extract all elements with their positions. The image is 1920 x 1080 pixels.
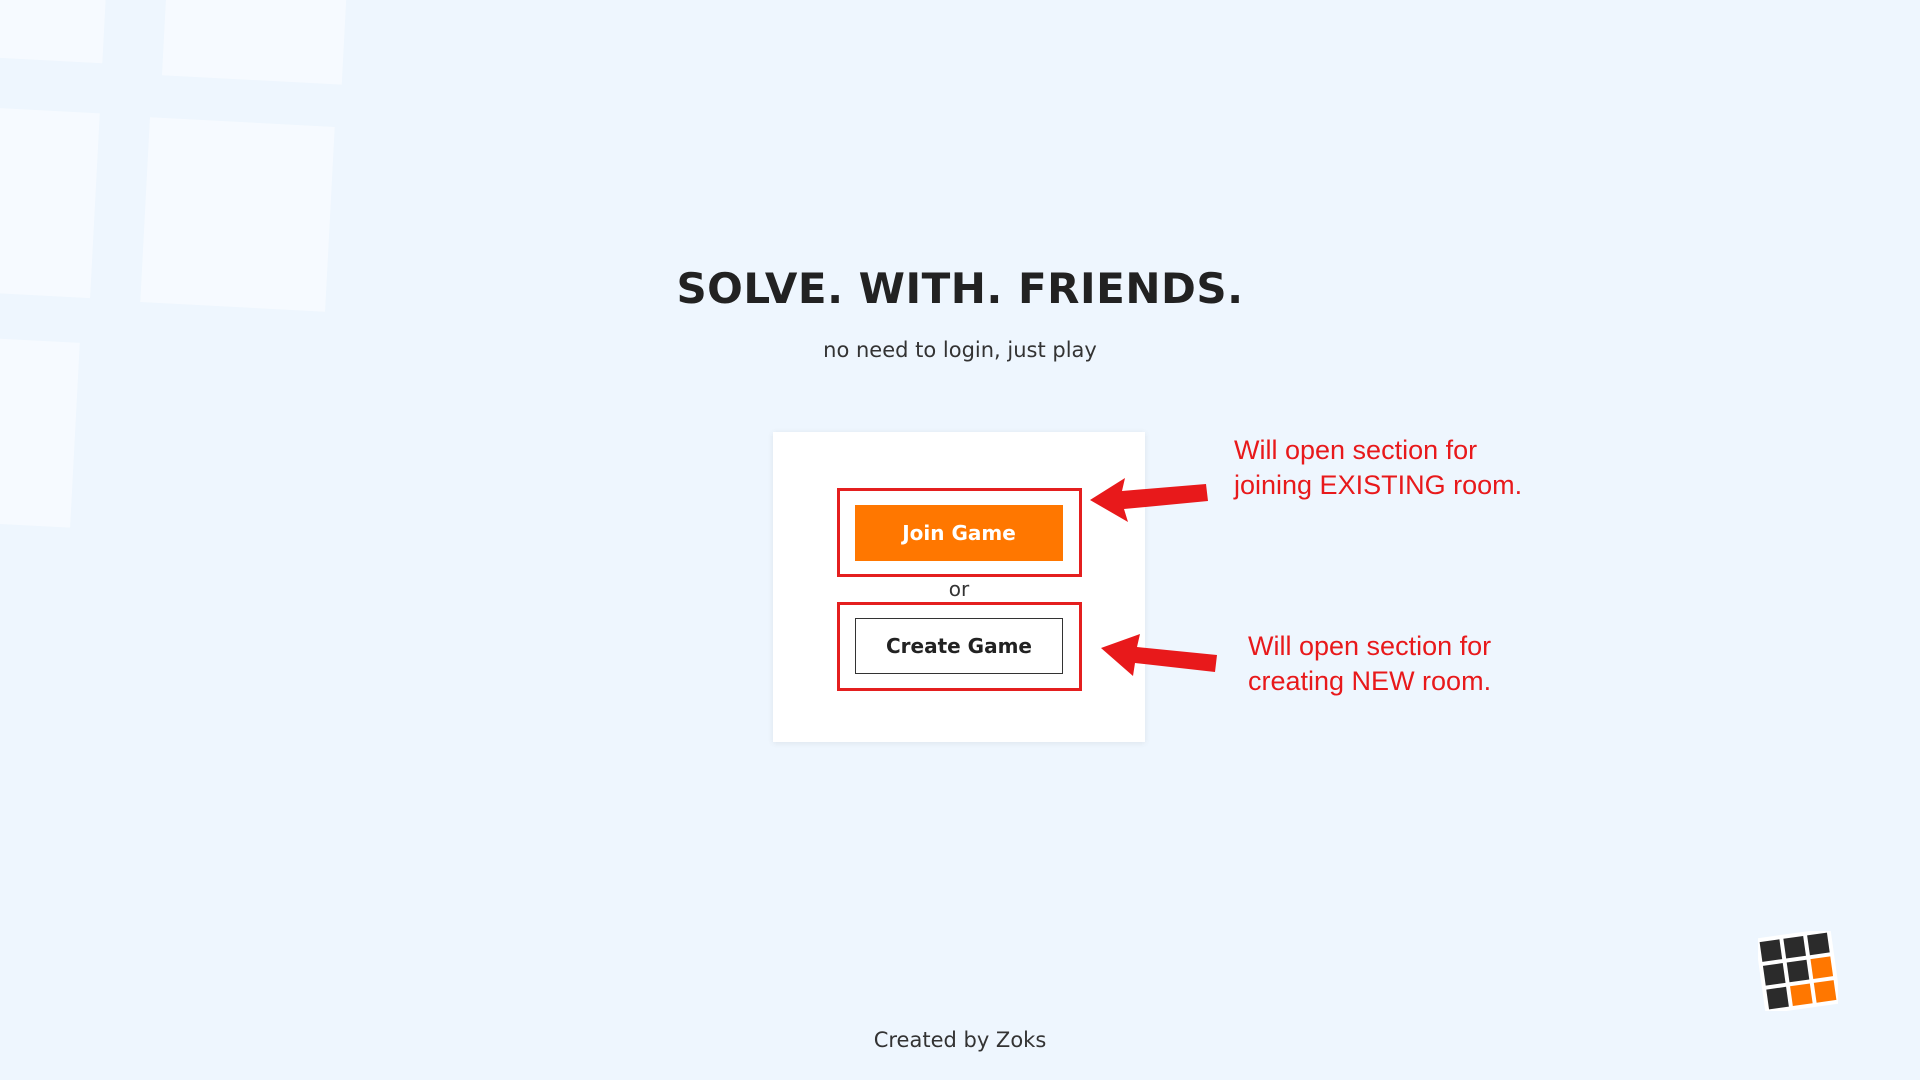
join-annotation-line: joining EXISTING room. bbox=[1234, 470, 1523, 500]
create-annotation-line: Will open section for bbox=[1248, 631, 1492, 661]
grid-cube-logo-icon bbox=[1758, 931, 1838, 1011]
join-annotation-line: Will open section for bbox=[1234, 435, 1478, 465]
page-subtitle: no need to login, just play bbox=[823, 338, 1097, 362]
background-square bbox=[161, 0, 349, 85]
create-annotation: Will open section for creating NEW room. bbox=[1248, 629, 1491, 699]
create-annotation-line: creating NEW room. bbox=[1248, 666, 1492, 696]
join-highlight-box bbox=[837, 488, 1082, 577]
page-title: SOLVE. WITH. FRIENDS. bbox=[676, 264, 1244, 313]
background-square bbox=[0, 337, 80, 528]
create-highlight-box bbox=[837, 602, 1082, 691]
join-annotation: Will open section for joining EXISTING r… bbox=[1234, 433, 1522, 503]
background-square bbox=[0, 0, 108, 64]
footer-credit: Created by Zoks bbox=[873, 1028, 1047, 1052]
or-separator: or bbox=[948, 577, 970, 601]
